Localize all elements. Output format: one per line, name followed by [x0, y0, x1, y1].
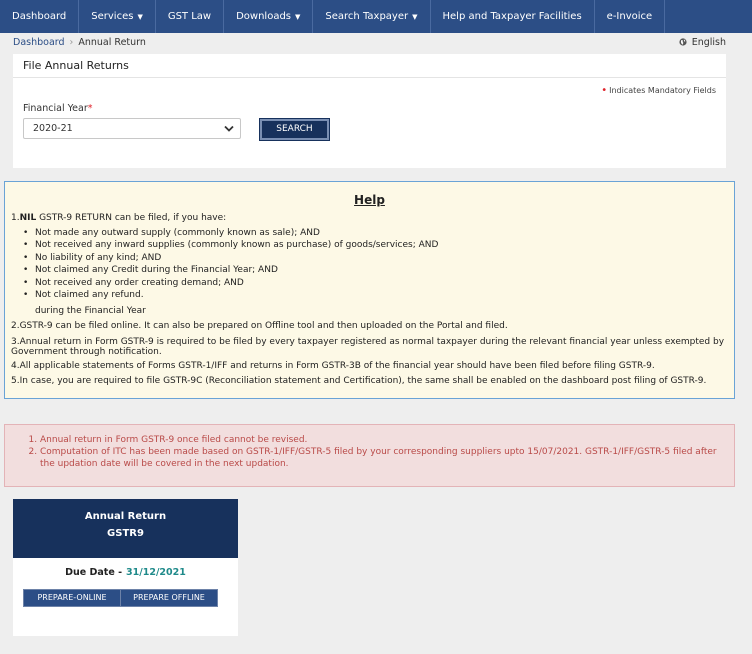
list-item: No liability of any kind; AND: [25, 252, 438, 264]
financial-year-label: Financial Year*: [23, 103, 92, 114]
list-item: Not received any order creating demand; …: [25, 277, 438, 289]
chevron-down-icon: ▼: [295, 13, 301, 21]
due-date: Due Date -31/12/2021: [13, 567, 238, 578]
globe-icon: [679, 38, 690, 48]
help-item-1-bold: NIL: [19, 213, 37, 223]
nav-label: Services: [91, 11, 134, 22]
nav-downloads[interactable]: Downloads ▼: [224, 0, 314, 33]
file-annual-returns-panel: File Annual Returns • Indicates Mandatory…: [13, 54, 726, 168]
prepare-offline-button[interactable]: PREPARE OFFLINE: [120, 590, 217, 606]
divider: [13, 77, 726, 78]
notice-alert: Annual return in Form GSTR-9 once filed …: [4, 424, 735, 487]
chevron-down-icon: ▼: [137, 13, 143, 21]
language-label: English: [691, 37, 726, 48]
nav-services[interactable]: Services ▼: [79, 0, 156, 33]
breadcrumb-dashboard[interactable]: Dashboard: [13, 37, 65, 48]
help-during-fy: during the Financial Year: [35, 306, 146, 316]
prepare-online-button[interactable]: PREPARE-ONLINE: [24, 590, 120, 606]
nav-label: Help and Taxpayer Facilities: [442, 11, 582, 22]
notice-list: Annual return in Form GSTR-9 once filed …: [28, 434, 728, 470]
nav-label: Search Taxpayer: [325, 11, 409, 22]
nav-label: e-Invoice: [606, 11, 653, 22]
card-title: Annual Return: [84, 511, 167, 522]
list-item: Not claimed any refund.: [25, 289, 438, 301]
chevron-down-icon: ▼: [412, 13, 418, 21]
card-header: Annual Return GSTR9: [13, 499, 238, 558]
financial-year-value: 2020-21: [33, 123, 73, 134]
help-item-1-text: GSTR-9 RETURN can be filed, if you have:: [36, 213, 227, 223]
language-selector[interactable]: English: [679, 37, 726, 48]
financial-year-select[interactable]: 2020-21: [23, 118, 241, 139]
help-title: Help: [354, 193, 385, 207]
nav-help-taxpayer-facilities[interactable]: Help and Taxpayer Facilities: [431, 0, 595, 33]
help-item-1: 1.NIL GSTR-9 RETURN can be filed, if you…: [11, 213, 226, 223]
nav-e-invoice[interactable]: e-Invoice: [595, 0, 666, 33]
list-item: Not received any inward supplies (common…: [25, 239, 438, 251]
search-button[interactable]: SEARCH: [259, 118, 330, 141]
help-item-5: 5.In case, you are required to file GSTR…: [11, 376, 707, 386]
nav-dashboard[interactable]: Dashboard: [0, 0, 80, 33]
required-mark: *: [87, 103, 93, 114]
nav-label: GST Law: [167, 11, 212, 22]
chevron-down-icon: [223, 119, 235, 138]
help-item-2: 2.GSTR-9 can be filed online. It can als…: [11, 321, 508, 331]
help-item-4: 4.All applicable statements of Forms GST…: [11, 361, 655, 371]
top-nav: Dashboard Services ▼ GST Law Downloads ▼ S…: [0, 0, 752, 33]
help-bullet-list: Not made any outward supply (commonly kn…: [25, 227, 438, 301]
nav-label: Dashboard: [12, 11, 67, 22]
help-item-1-num: 1.: [11, 213, 20, 223]
card-actions: PREPARE-ONLINE PREPARE OFFLINE: [23, 589, 218, 607]
help-box: Help 1.NIL GSTR-9 RETURN can be filed, i…: [4, 181, 735, 399]
nav-search-taxpayer[interactable]: Search Taxpayer ▼: [313, 0, 431, 33]
breadcrumb-current: Annual Return: [78, 37, 146, 48]
due-date-value: 31/12/2021: [126, 567, 186, 578]
breadcrumb-separator: ›: [69, 37, 74, 48]
mandatory-note-text: Indicates Mandatory Fields: [609, 86, 716, 95]
mandatory-note: • Indicates Mandatory Fields: [601, 85, 716, 96]
list-item: Not claimed any Credit during the Financ…: [25, 264, 438, 276]
due-date-label: Due Date -: [65, 567, 123, 578]
panel-title: File Annual Returns: [23, 59, 129, 72]
card-form-name: GSTR9: [107, 528, 144, 539]
nav-gst-law[interactable]: GST Law: [156, 0, 225, 33]
required-dot-icon: •: [601, 85, 608, 96]
list-item: Not made any outward supply (commonly kn…: [25, 227, 438, 239]
financial-year-label-text: Financial Year: [23, 103, 88, 114]
nav-label: Downloads: [236, 11, 292, 22]
annual-return-card: Annual Return GSTR9 Due Date -31/12/2021…: [13, 499, 238, 636]
help-item-3: 3.Annual return in Form GSTR-9 is requir…: [11, 337, 725, 357]
breadcrumb: Dashboard › Annual Return: [13, 37, 146, 48]
list-item: Annual return in Form GSTR-9 once filed …: [40, 434, 728, 446]
list-item: Computation of ITC has been made based o…: [40, 446, 728, 470]
